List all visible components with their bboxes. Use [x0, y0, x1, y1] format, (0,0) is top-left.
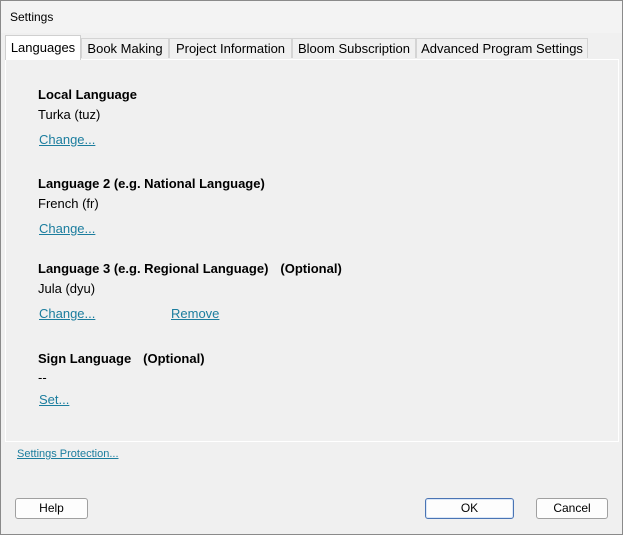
window-title: Settings — [10, 10, 54, 24]
settings-dialog: Settings Languages Book Making Project I… — [0, 0, 623, 535]
tab-book-making[interactable]: Book Making — [81, 38, 169, 58]
sign-language-set-link[interactable]: Set... — [39, 392, 69, 407]
local-language-heading: Local Language — [38, 87, 137, 102]
cancel-button[interactable]: Cancel — [536, 498, 608, 519]
tab-languages[interactable]: Languages — [5, 35, 81, 60]
tab-project-information[interactable]: Project Information — [169, 38, 292, 58]
tab-bloom-subscription[interactable]: Bloom Subscription — [292, 38, 416, 58]
sign-language-optional-label: (Optional) — [143, 351, 205, 366]
local-language-heading-text: Local Language — [38, 87, 137, 102]
language2-change-link[interactable]: Change... — [39, 221, 95, 236]
language3-optional-label: (Optional) — [280, 261, 342, 276]
local-language-change-link[interactable]: Change... — [39, 132, 95, 147]
local-language-value: Turka (tuz) — [38, 107, 101, 122]
title-bar[interactable]: Settings — [1, 1, 622, 33]
sign-language-heading-text: Sign Language — [38, 351, 132, 366]
help-button[interactable]: Help — [15, 498, 88, 519]
ok-button[interactable]: OK — [425, 498, 514, 519]
settings-protection-link[interactable]: Settings Protection... — [17, 448, 119, 460]
language2-heading-text: Language 2 (e.g. National Language) — [38, 176, 265, 191]
language2-heading: Language 2 (e.g. National Language) — [38, 176, 265, 191]
language3-change-link[interactable]: Change... — [39, 306, 95, 321]
language3-heading-text: Language 3 (e.g. Regional Language) — [38, 261, 269, 276]
language2-value: French (fr) — [38, 196, 99, 211]
sign-language-value: -- — [38, 370, 47, 385]
language3-remove-link[interactable]: Remove — [171, 306, 219, 321]
tab-advanced-program-settings[interactable]: Advanced Program Settings — [416, 38, 588, 58]
language3-heading: Language 3 (e.g. Regional Language) (Opti… — [38, 261, 342, 276]
sign-language-heading: Sign Language (Optional) — [38, 351, 205, 366]
languages-panel: Local Language Turka (tuz) Change... Lan… — [5, 59, 619, 442]
language3-value: Jula (dyu) — [38, 281, 96, 296]
